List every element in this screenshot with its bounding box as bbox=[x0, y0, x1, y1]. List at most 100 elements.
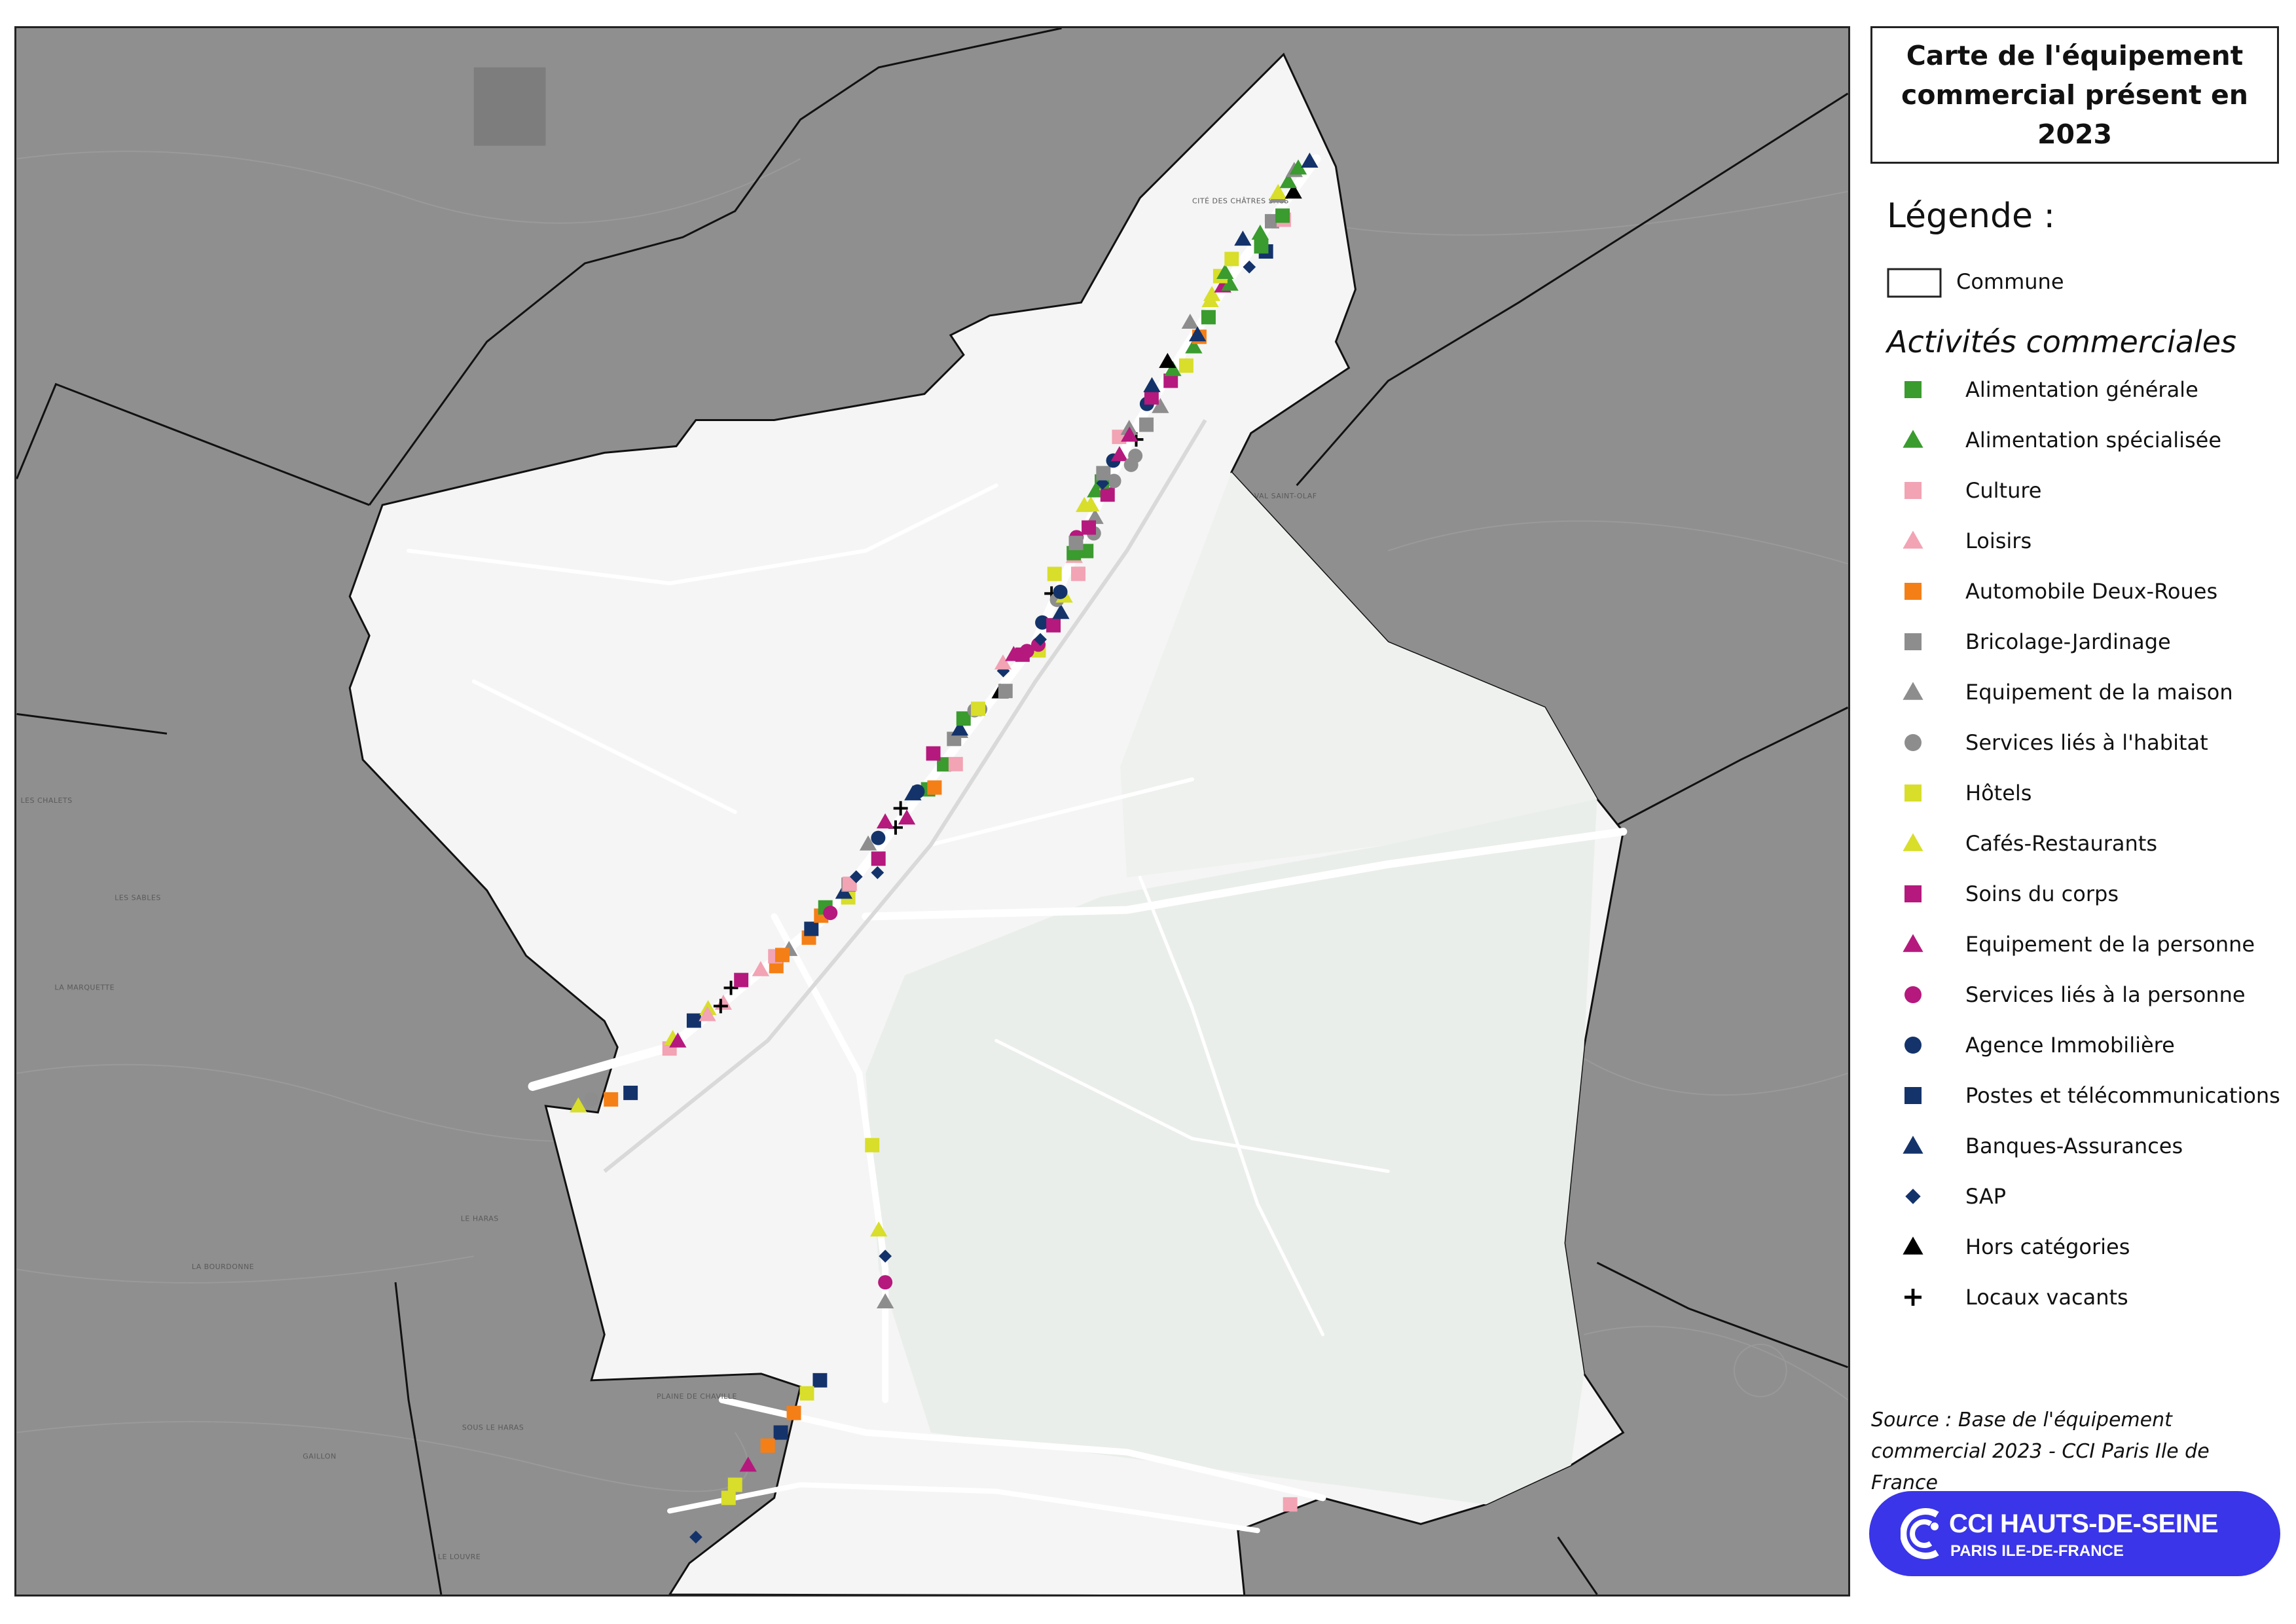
legend-item: Locaux vacants bbox=[1887, 1278, 2128, 1317]
place-label: LE LOUVRE bbox=[438, 1553, 481, 1561]
legend-item: Alimentation spécialisée bbox=[1887, 420, 2221, 460]
legend-item: Soins du corps bbox=[1887, 874, 2119, 913]
legend-item-label: Soins du corps bbox=[1965, 881, 2119, 906]
square-symbol-icon bbox=[1904, 381, 1922, 398]
commerce-marker bbox=[1053, 584, 1068, 599]
commerce-marker bbox=[1128, 449, 1143, 464]
commerce-marker bbox=[878, 1275, 893, 1290]
commerce-marker bbox=[823, 906, 838, 921]
commerce-marker bbox=[760, 1438, 775, 1453]
legend-item: Hôtels bbox=[1887, 773, 2032, 813]
commerce-marker bbox=[686, 1013, 701, 1028]
legend-item: Loisirs bbox=[1887, 521, 2032, 561]
commune-swatch bbox=[1887, 268, 1942, 298]
legend-item: Equipement de la maison bbox=[1887, 673, 2233, 712]
legend-item: Services liés à la personne bbox=[1887, 975, 2246, 1014]
legend-item: Hors catégories bbox=[1887, 1227, 2130, 1266]
place-label: LES SABLES bbox=[115, 894, 161, 902]
triangle-symbol-icon bbox=[1903, 934, 1923, 952]
legend-item-label: Loisirs bbox=[1965, 528, 2032, 553]
cci-logo: CCI HAUTS-DE-SEINE PARIS ILE-DE-FRANCE bbox=[1869, 1491, 2280, 1576]
map-frame[interactable]: CITÉ DES CHÂTRES SACS VAL SAINT-OLAF LES… bbox=[14, 26, 1850, 1596]
legend-activities-heading: Activités commerciales bbox=[1887, 324, 2237, 360]
commerce-marker bbox=[1254, 239, 1269, 254]
legend-item-label: Equipement de la maison bbox=[1965, 680, 2233, 705]
legend-item: Culture bbox=[1887, 471, 2041, 510]
legend-item: Bricolage-Jardinage bbox=[1887, 622, 2171, 661]
commerce-marker bbox=[721, 1490, 736, 1505]
legend-item-label: Locaux vacants bbox=[1965, 1285, 2128, 1310]
place-label: LA BOURDONNE bbox=[192, 1263, 254, 1271]
commerce-marker bbox=[1047, 566, 1062, 581]
commerce-marker bbox=[910, 784, 925, 799]
legend-item: Agence Immobilière bbox=[1887, 1025, 2175, 1065]
commerce-marker bbox=[926, 746, 941, 761]
commerce-marker bbox=[604, 1092, 619, 1107]
square-symbol-icon bbox=[1904, 784, 1922, 802]
legend-item: Services liés à l'habitat bbox=[1887, 723, 2208, 762]
legend-item-label: Agence Immobilière bbox=[1965, 1033, 2175, 1058]
diamond-symbol-icon bbox=[1905, 1189, 1921, 1204]
legend-item: Equipement de la personne bbox=[1887, 925, 2255, 964]
cci-logo-name: CCI HAUTS-DE-SEINE bbox=[1949, 1509, 2219, 1538]
place-label: SOUS LE HARAS bbox=[462, 1424, 524, 1432]
triangle-symbol-icon bbox=[1903, 530, 1923, 549]
place-label: LES CHALETS bbox=[20, 796, 72, 805]
legend-item-label: Alimentation générale bbox=[1965, 377, 2198, 402]
legend-item-label: Hors catégories bbox=[1965, 1234, 2130, 1259]
pond bbox=[473, 67, 546, 146]
commerce-marker bbox=[812, 1373, 828, 1388]
legend-item-label: Alimentation spécialisée bbox=[1965, 428, 2222, 452]
commerce-marker bbox=[1071, 566, 1085, 581]
circle-symbol-icon bbox=[1904, 734, 1922, 751]
triangle-symbol-icon bbox=[1903, 1135, 1923, 1154]
legend-item: Postes et télécommunications bbox=[1887, 1076, 2280, 1115]
legend-item: Automobile Deux-Roues bbox=[1887, 572, 2217, 611]
commerce-marker bbox=[727, 1477, 742, 1492]
legend-heading: Légende : bbox=[1887, 196, 2056, 236]
place-label: VAL SAINT-OLAF bbox=[1254, 492, 1317, 500]
legend-item: Alimentation générale bbox=[1887, 370, 2198, 409]
legend-commune-row: Commune bbox=[1887, 262, 2064, 301]
source-note: Source : Base de l'équipement commercial… bbox=[1871, 1409, 2210, 1494]
commerce-marker bbox=[786, 1405, 801, 1420]
commerce-marker bbox=[971, 701, 985, 716]
place-label: LE HARAS bbox=[461, 1214, 499, 1223]
legend-item: SAP bbox=[1887, 1177, 2006, 1216]
map-canvas[interactable]: CITÉ DES CHÂTRES SACS VAL SAINT-OLAF LES… bbox=[16, 28, 1848, 1595]
title-box: Carte de l'équipement commercial présent… bbox=[1870, 26, 2279, 164]
commerce-marker bbox=[773, 1425, 788, 1440]
square-symbol-icon bbox=[1904, 633, 1922, 650]
circle-symbol-icon bbox=[1904, 986, 1922, 1003]
legend-item-label: Services liés à l'habitat bbox=[1965, 730, 2208, 755]
commerce-marker bbox=[871, 851, 886, 866]
square-symbol-icon bbox=[1904, 583, 1922, 600]
commerce-marker bbox=[774, 948, 790, 963]
place-label: LA MARQUETTE bbox=[54, 983, 115, 991]
legend-item: Cafés-Restaurants bbox=[1887, 824, 2157, 863]
commerce-marker bbox=[948, 756, 963, 771]
square-symbol-icon bbox=[1904, 885, 1922, 902]
legend-item: Banques-Assurances bbox=[1887, 1126, 2183, 1166]
commerce-marker bbox=[927, 780, 942, 795]
commerce-marker bbox=[1139, 417, 1154, 432]
square-symbol-icon bbox=[1904, 1087, 1922, 1104]
cci-logo-mark bbox=[1901, 1508, 1939, 1559]
legend-item-label: Automobile Deux-Roues bbox=[1965, 579, 2218, 604]
commerce-marker bbox=[1144, 390, 1159, 405]
legend-item-label: Services liés à la personne bbox=[1965, 982, 2246, 1007]
commerce-marker bbox=[871, 830, 886, 845]
commerce-marker bbox=[1283, 1497, 1298, 1512]
triangle-symbol-icon bbox=[1903, 682, 1923, 700]
place-label: GAILLON bbox=[302, 1452, 336, 1461]
circle-symbol-icon bbox=[1904, 1037, 1922, 1054]
commerce-marker bbox=[1178, 358, 1194, 373]
commerce-marker bbox=[1096, 466, 1111, 481]
square-symbol-icon bbox=[1904, 482, 1922, 499]
commerce-marker bbox=[799, 1386, 814, 1401]
commerce-marker bbox=[1275, 208, 1290, 223]
commerce-marker bbox=[804, 921, 819, 936]
commerce-marker bbox=[734, 972, 749, 987]
cci-logo-subtitle: PARIS ILE-DE-FRANCE bbox=[1950, 1542, 2124, 1560]
place-label: PLAINE DE CHAVILLE bbox=[657, 1392, 737, 1401]
